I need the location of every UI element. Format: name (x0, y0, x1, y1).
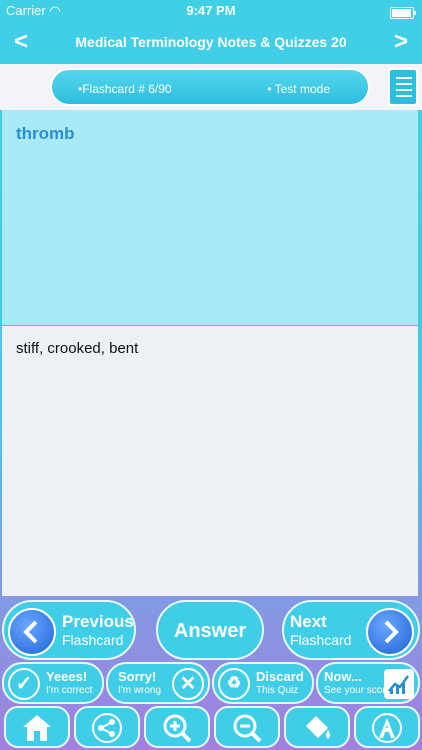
chevron-right-icon (366, 608, 414, 656)
mode-bar: •Flashcard # 6/90 • Test mode (0, 64, 422, 110)
zoom-out-icon[interactable] (214, 706, 280, 748)
status-bar: Carrier ◠ 9:47 PM (0, 0, 422, 22)
flashcard-counter: •Flashcard # 6/90 (78, 82, 172, 96)
battery-icon (390, 4, 416, 19)
previous-flashcard-button[interactable]: Previous Flashcard (2, 600, 136, 660)
see-score-button[interactable]: Now... See your score (316, 662, 420, 704)
answer-panel: stiff, crooked, bent (2, 326, 418, 596)
chart-icon (384, 669, 414, 699)
page-title: Medical Terminology Notes & Quizzes 20 (75, 34, 347, 50)
forward-chevron-icon[interactable]: > (394, 28, 408, 56)
check-icon: ✓ (8, 668, 40, 700)
quiz-action-row: ✓ Yeees! I'm correct Sorry! I'm wrong ✕ … (0, 662, 422, 704)
test-mode-toggle[interactable]: • Test mode (267, 82, 330, 96)
flashcard-nav-row: Previous Flashcard Answer Next Flashcard (0, 598, 422, 662)
list-icon[interactable] (388, 68, 418, 106)
mode-pill: •Flashcard # 6/90 • Test mode (50, 68, 370, 106)
home-icon[interactable] (4, 706, 70, 748)
correct-button[interactable]: ✓ Yeees! I'm correct (2, 662, 104, 704)
clock: 9:47 PM (186, 3, 236, 18)
discard-quiz-button[interactable]: ♻ Discard This Quiz (212, 662, 314, 704)
term-text: thromb (16, 124, 75, 143)
font-icon[interactable] (354, 706, 420, 748)
answer-text: stiff, crooked, bent (16, 340, 139, 357)
recycle-icon: ♻ (218, 668, 250, 700)
term-panel: thromb (2, 110, 418, 325)
back-chevron-icon[interactable]: < (14, 28, 28, 56)
nav-bar: < Medical Terminology Notes & Quizzes 20… (0, 22, 422, 64)
zoom-in-icon[interactable] (144, 706, 210, 748)
bottom-toolbar (0, 704, 422, 750)
x-icon: ✕ (172, 668, 204, 700)
answer-button[interactable]: Answer (156, 600, 264, 660)
share-icon[interactable] (74, 706, 140, 748)
wrong-button[interactable]: Sorry! I'm wrong ✕ (106, 662, 210, 704)
next-flashcard-button[interactable]: Next Flashcard (282, 600, 420, 660)
chevron-left-icon (8, 608, 56, 656)
paint-bucket-icon[interactable] (284, 706, 350, 748)
